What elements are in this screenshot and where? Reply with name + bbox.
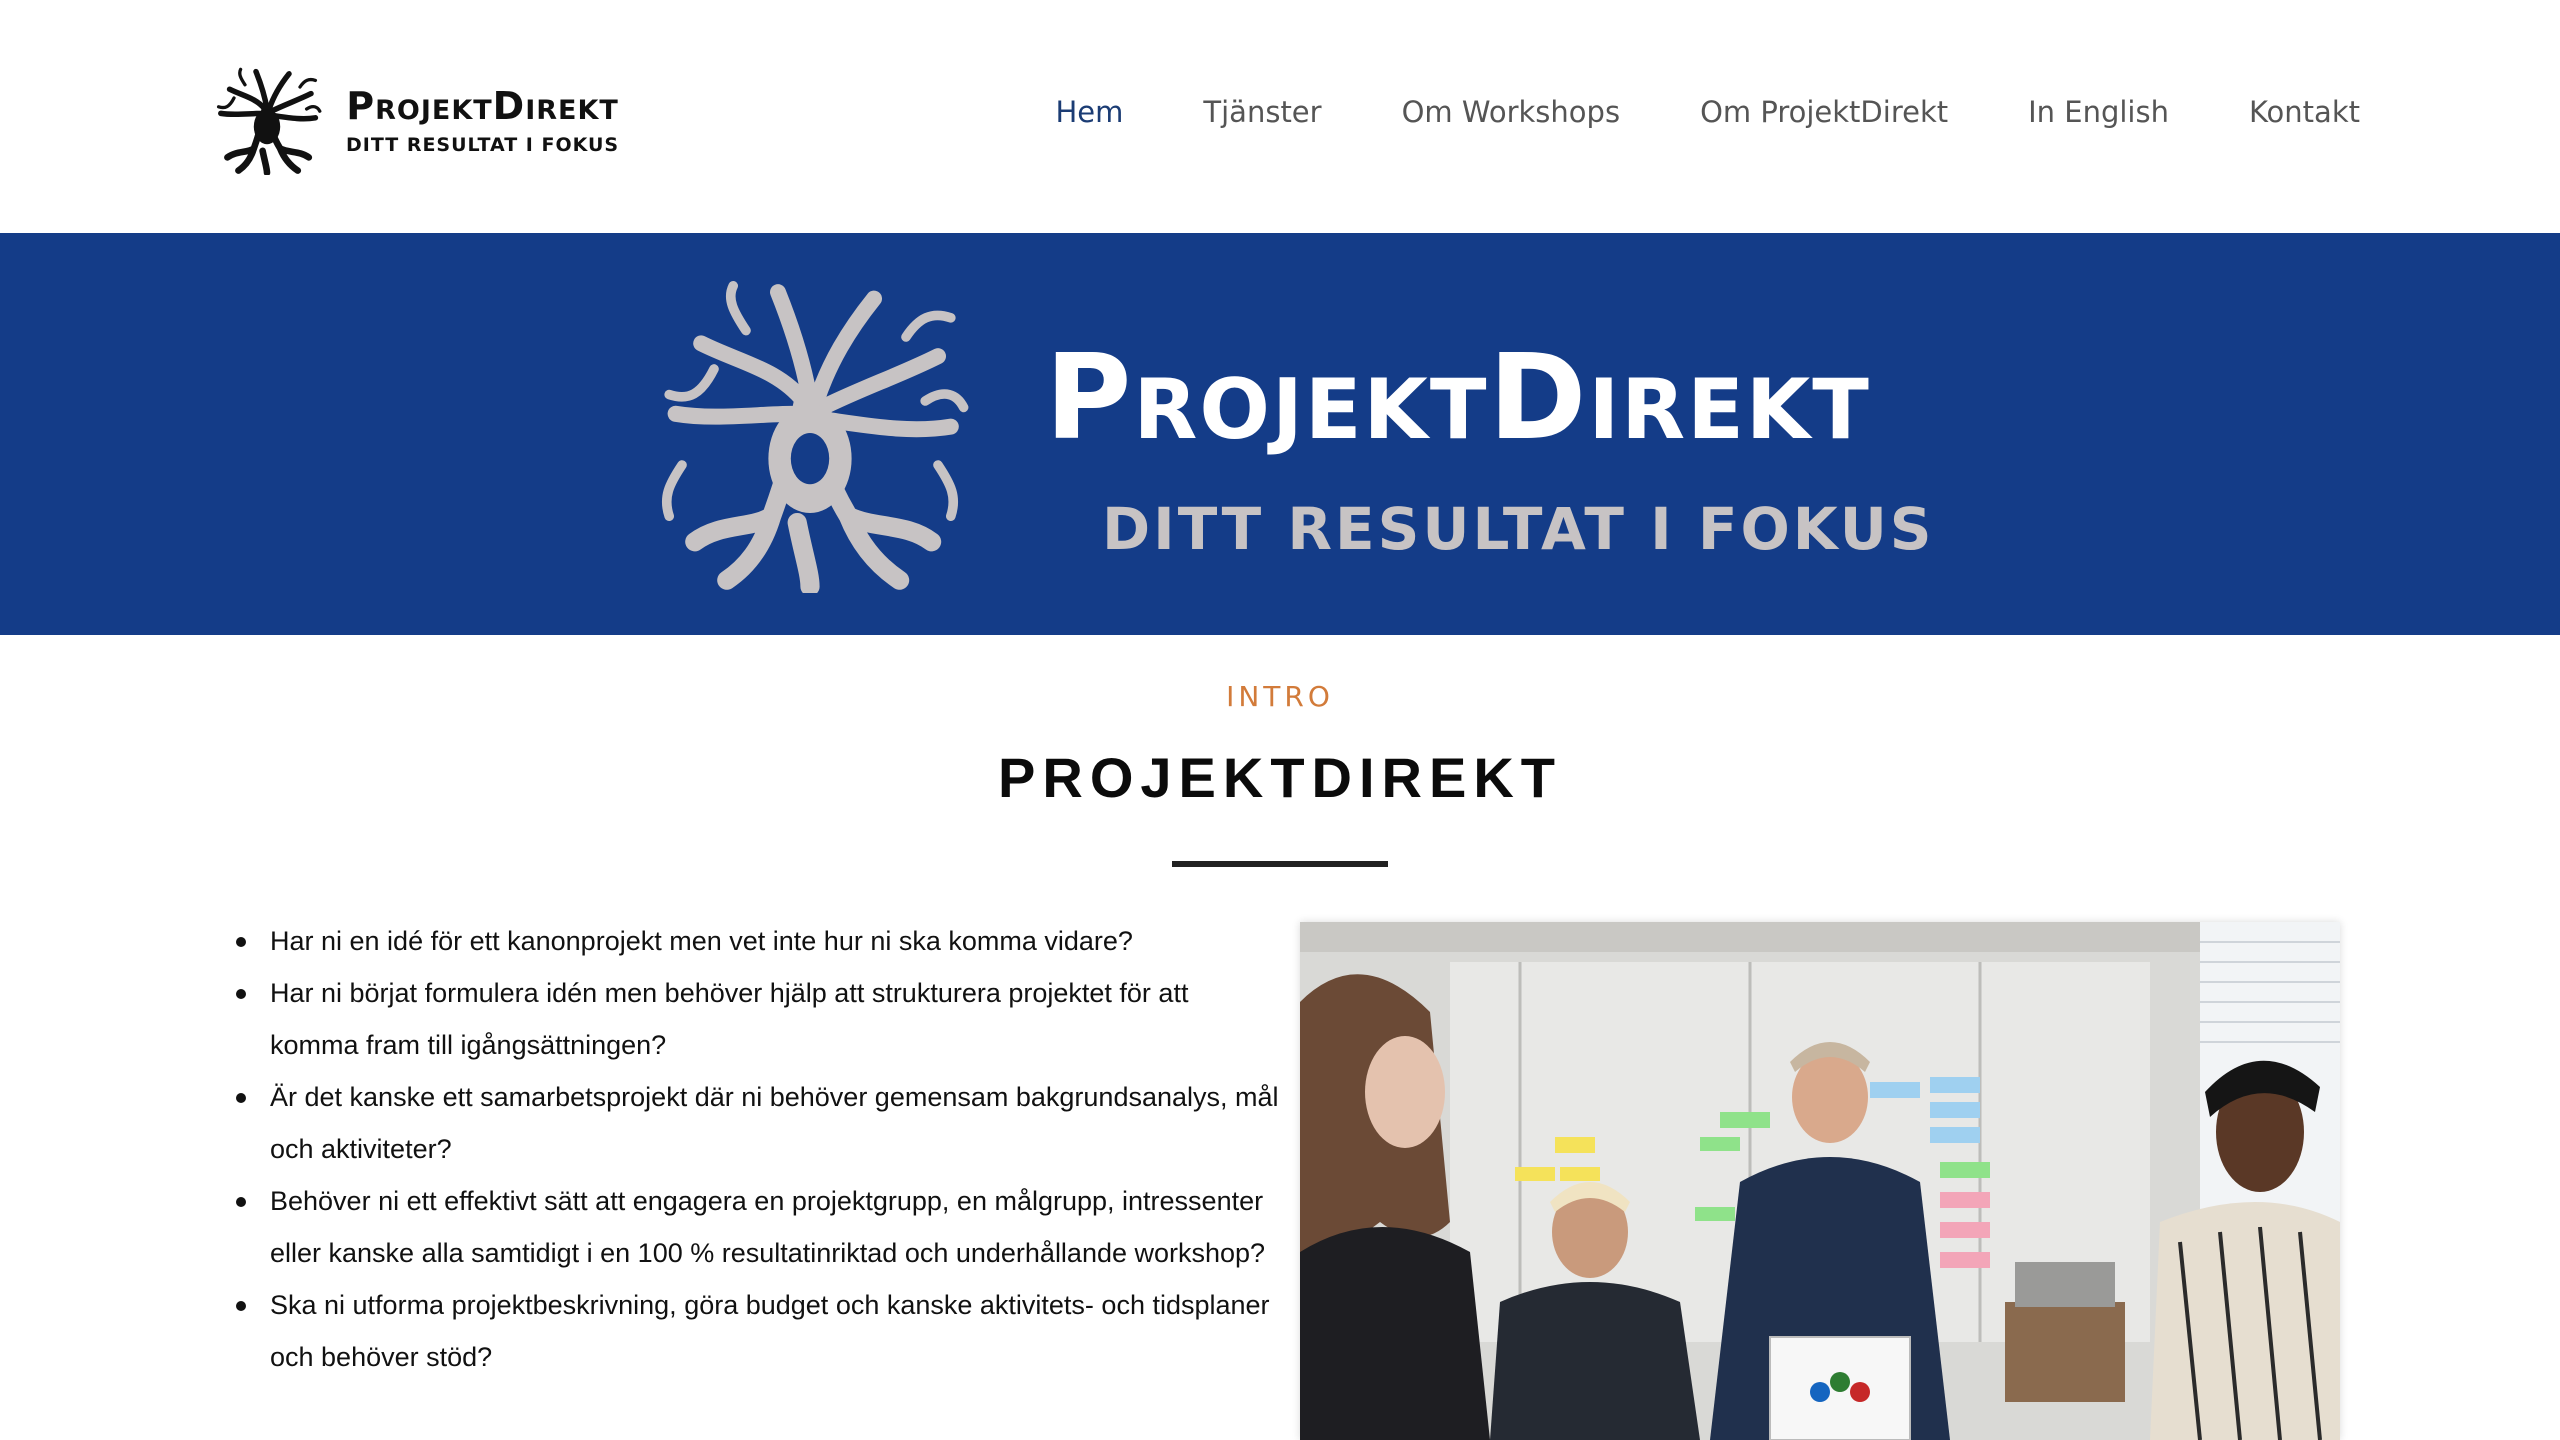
list-item: Har ni börjat formulera idén men behöver… [230,967,1280,1071]
section-label: INTRO [1226,680,1334,713]
logo-tagline: DITT RESULTAT I FOKUS [346,134,620,156]
list-item: Är det kanske ett samarbetsprojekt där n… [230,1071,1280,1175]
list-item: Ska ni utforma projektbeskrivning, göra … [230,1279,1280,1383]
nav-item-hem[interactable]: Hem [1056,95,1124,129]
list-item: Behöver ni ett effektivt sätt att engage… [230,1175,1280,1279]
section-title: PROJEKTDIREKT [998,746,1562,809]
nav-item-tjanster[interactable]: Tjänster [1203,95,1321,129]
nav-item-in-english[interactable]: In English [2028,95,2169,129]
main-nav: Hem Tjänster Om Workshops Om ProjektDire… [976,95,2361,129]
site-header: ProjektDirekt DITT RESULTAT I FOKUS Hem … [0,0,2560,233]
tree-of-life-icon [661,281,969,593]
tree-logo-icon [216,67,322,175]
logo-text: ProjektDirekt DITT RESULTAT I FOKUS [346,84,619,156]
hero-banner: ProjektDirekt DITT RESULTAT I FOKUS [0,233,2560,635]
site-logo-link[interactable]: ProjektDirekt DITT RESULTAT I FOKUS [212,60,642,180]
workshop-photo-image [1300,922,2340,1440]
workshop-photo [1300,922,2340,1440]
banner-tagline: DITT RESULTAT I FOKUS [1102,495,1935,563]
title-divider [1172,861,1388,867]
logo-brand-name: ProjektDirekt [346,84,619,128]
nav-item-om-projektdirekt[interactable]: Om ProjektDirekt [1700,95,1948,129]
list-item: Har ni en idé för ett kanonprojekt men v… [230,915,1280,967]
nav-item-kontakt[interactable]: Kontakt [2249,95,2360,129]
nav-item-om-workshops[interactable]: Om Workshops [1402,95,1620,129]
banner-brand-name: ProjektDirekt [1045,328,1871,466]
intro-bullet-list: Har ni en idé för ett kanonprojekt men v… [230,915,1280,1383]
